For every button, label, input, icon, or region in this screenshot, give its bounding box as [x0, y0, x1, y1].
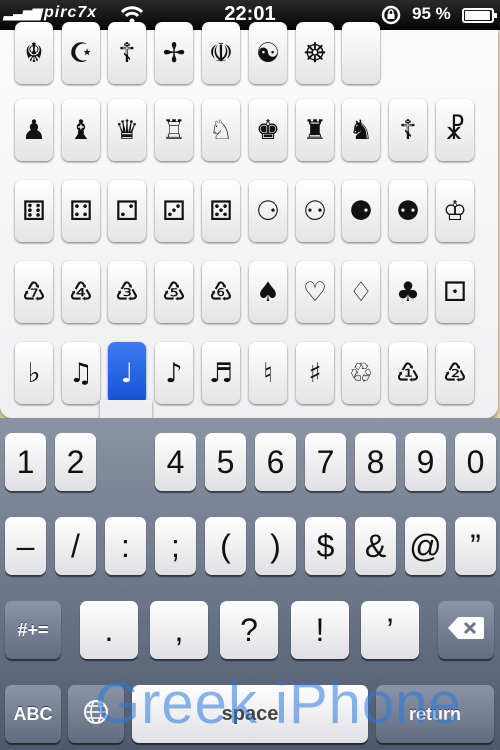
- symbol-key[interactable]: [342, 22, 380, 84]
- key-question[interactable]: ?: [220, 601, 278, 659]
- symbol-key[interactable]: ☧: [436, 99, 474, 161]
- symbol-key[interactable]: ⚀: [436, 261, 474, 323]
- symbol-key[interactable]: ♚: [249, 99, 287, 161]
- symbol-key[interactable]: ⚅: [15, 180, 53, 242]
- symbol-key[interactable]: ☸: [296, 22, 334, 84]
- symbol-key[interactable]: ♸: [202, 261, 240, 323]
- key-2[interactable]: 2: [55, 433, 96, 491]
- keyboard: 1 2 4 5 6 7 8 9 0 – / : ; ( ) $ & @ ” #+…: [0, 418, 500, 750]
- symbol-key[interactable]: ⚄: [202, 180, 240, 242]
- key-dash[interactable]: –: [5, 517, 46, 575]
- more-symbols-button[interactable]: #+=: [5, 601, 61, 659]
- symbol-key[interactable]: ♝: [62, 99, 100, 161]
- key-dollar[interactable]: $: [305, 517, 346, 575]
- key-4[interactable]: 4: [155, 433, 196, 491]
- key-ampersand[interactable]: &: [355, 517, 396, 575]
- symbol-key[interactable]: ⚃: [62, 180, 100, 242]
- key-9[interactable]: 9: [405, 433, 446, 491]
- key-exclamation[interactable]: !: [291, 601, 349, 659]
- symbol-key[interactable]: ⚆: [249, 180, 287, 242]
- symbol-key[interactable]: ♯: [296, 342, 334, 404]
- symbol-key[interactable]: ⚂: [155, 180, 193, 242]
- symbol-key[interactable]: ⚈: [342, 180, 380, 242]
- key-0[interactable]: 0: [455, 433, 496, 491]
- key-quote[interactable]: ”: [455, 517, 496, 575]
- backspace-icon: [447, 616, 485, 645]
- symbol-key[interactable]: ♛: [108, 99, 146, 161]
- key-5[interactable]: 5: [205, 433, 246, 491]
- symbol-key[interactable]: ♭: [15, 342, 53, 404]
- battery-percentage: 95 %: [412, 4, 451, 23]
- key-semicolon[interactable]: ;: [155, 517, 196, 575]
- key-8[interactable]: 8: [355, 433, 396, 491]
- symbol-key[interactable]: ♴: [436, 342, 474, 404]
- symbol-key[interactable]: ☯: [249, 22, 287, 84]
- key-apostrophe[interactable]: ’: [361, 601, 419, 659]
- key-1[interactable]: 1: [5, 433, 46, 491]
- symbol-key[interactable]: ♩: [108, 342, 146, 404]
- rotation-lock-icon: [380, 4, 402, 31]
- symbol-key[interactable]: ♵: [108, 261, 146, 323]
- key-open-paren[interactable]: (: [205, 517, 246, 575]
- symbol-key[interactable]: ♲: [342, 342, 380, 404]
- backspace-button[interactable]: [438, 601, 494, 659]
- symbol-key[interactable]: ☦: [108, 22, 146, 84]
- symbol-key[interactable]: ♫: [62, 342, 100, 404]
- symbol-key[interactable]: ✢: [155, 22, 193, 84]
- character-picker-popup: ☬ ☪ ☦ ✢ ☫ ☯ ☸ ♟ ♝ ♛ ♖ ♘ ♚ ♜ ♞ ☦ ☧ ⚅ ⚃ ⚁ ⚂ ⚄ ⚆ ⚇ ⚈ ⚉ ♔ ♹ ♶ ♵ ♷ ♸ ♠ ♡ ♢ ♣ ⚀ ♭ ♫ ♩…: [0, 22, 498, 418]
- symbol-key[interactable]: ⚁: [108, 180, 146, 242]
- symbol-key[interactable]: ♮: [249, 342, 287, 404]
- key-close-paren[interactable]: ): [255, 517, 296, 575]
- key-period[interactable]: .: [80, 601, 138, 659]
- key-colon[interactable]: :: [105, 517, 146, 575]
- globe-button[interactable]: [68, 685, 124, 743]
- symbol-key[interactable]: ⚇: [296, 180, 334, 242]
- symbol-key[interactable]: ♞: [342, 99, 380, 161]
- symbol-key[interactable]: ♣: [389, 261, 427, 323]
- space-button[interactable]: space: [132, 685, 368, 743]
- symbol-key[interactable]: ♳: [389, 342, 427, 404]
- symbol-key[interactable]: ♷: [155, 261, 193, 323]
- symbol-key[interactable]: ♖: [155, 99, 193, 161]
- symbol-key[interactable]: ☦: [389, 99, 427, 161]
- key-comma[interactable]: ,: [150, 601, 208, 659]
- symbol-key[interactable]: ♡: [296, 261, 334, 323]
- symbol-key[interactable]: ♠: [249, 261, 287, 323]
- abc-button[interactable]: ABC: [5, 685, 61, 743]
- symbol-key[interactable]: ♢: [342, 261, 380, 323]
- key-at[interactable]: @: [405, 517, 446, 575]
- symbol-key[interactable]: ♜: [296, 99, 334, 161]
- symbol-key[interactable]: ♹: [15, 261, 53, 323]
- return-button[interactable]: return: [376, 685, 494, 743]
- symbol-key[interactable]: ♬: [202, 342, 240, 404]
- symbol-key[interactable]: ♔: [436, 180, 474, 242]
- symbol-key[interactable]: ♶: [62, 261, 100, 323]
- symbol-key[interactable]: ☪: [62, 22, 100, 84]
- symbol-key[interactable]: ♟: [15, 99, 53, 161]
- symbol-key[interactable]: ☫: [202, 22, 240, 84]
- battery-icon: [462, 8, 497, 23]
- symbol-key[interactable]: ♪: [155, 342, 193, 404]
- key-6[interactable]: 6: [255, 433, 296, 491]
- symbol-key[interactable]: ⚉: [389, 180, 427, 242]
- key-7[interactable]: 7: [305, 433, 346, 491]
- symbol-key[interactable]: ☬: [15, 22, 53, 84]
- battery-level: [465, 11, 490, 20]
- globe-icon: [82, 698, 110, 731]
- symbol-key[interactable]: ♘: [202, 99, 240, 161]
- key-slash[interactable]: /: [55, 517, 96, 575]
